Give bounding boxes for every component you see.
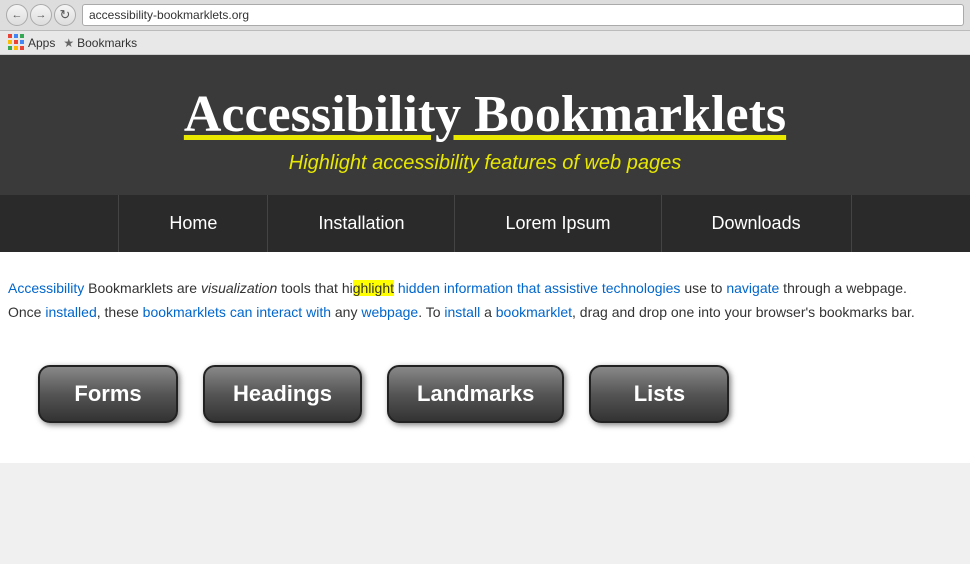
word-installed: installed [45,304,96,320]
site-title: Accessibility Bookmarklets [0,85,970,148]
apps-link[interactable]: Apps [8,34,55,51]
forms-button[interactable]: Forms [38,365,178,423]
bookmarks-label: Bookmarks [77,36,137,50]
word-navigate: navigate [726,280,779,296]
browser-chrome: ← → ↻ accessibility-bookmarklets.org App… [0,0,970,55]
website: Accessibility Bookmarklets Highlight acc… [0,55,970,463]
reload-button[interactable]: ↻ [54,4,76,26]
back-button[interactable]: ← [6,4,28,26]
apps-grid-icon [8,34,25,51]
word-tech: technologies [602,280,681,296]
site-content: Accessibility Bookmarklets are visualiza… [0,252,970,463]
apps-label: Apps [28,36,55,50]
word-interact: interact [256,304,302,320]
word-information: information [444,280,513,296]
nav-item-home[interactable]: Home [118,195,268,252]
headings-button[interactable]: Headings [203,365,362,423]
nav-buttons: ← → ↻ [6,4,76,26]
word-assistive: assistive [544,280,598,296]
word-accessibility: Accessibility [8,280,84,296]
word-bookmarklet: bookmarklet [496,304,572,320]
address-bar[interactable]: accessibility-bookmarklets.org [82,4,964,26]
word-hidden: hidden [398,280,440,296]
word-bookmarklets: bookmarklets [143,304,226,320]
word-with: with [306,304,331,320]
address-text: accessibility-bookmarklets.org [89,8,249,22]
highlight-light: ghlight [353,280,394,296]
landmarks-button[interactable]: Landmarks [387,365,564,423]
nav-item-downloads[interactable]: Downloads [662,195,852,252]
forward-button[interactable]: → [30,4,52,26]
bookmarks-item[interactable]: ★ Bookmarks [63,36,137,50]
word-that: that [517,280,540,296]
intro-line1: Accessibility Bookmarklets are visualiza… [8,280,907,296]
site-nav: Home Installation Lorem Ipsum Downloads [0,195,970,252]
site-subtitle: Highlight accessibility features of web … [0,152,970,175]
bookmarklet-buttons: Forms Headings Landmarks Lists [8,355,962,433]
bookmarks-bar: Apps ★ Bookmarks [0,31,970,54]
browser-toolbar: ← → ↻ accessibility-bookmarklets.org [0,0,970,31]
intro-line2: Once installed, these bookmarklets can i… [8,304,915,320]
word-webpage: webpage [361,304,418,320]
lists-button[interactable]: Lists [589,365,729,423]
intro-text: Accessibility Bookmarklets are visualiza… [8,277,962,325]
nav-item-installation[interactable]: Installation [268,195,455,252]
word-can: can [230,304,253,320]
site-header: Accessibility Bookmarklets Highlight acc… [0,55,970,195]
word-install: install [444,304,480,320]
nav-item-lorem[interactable]: Lorem Ipsum [455,195,661,252]
word-visualization: visualization [201,280,277,296]
star-icon: ★ [63,36,74,50]
